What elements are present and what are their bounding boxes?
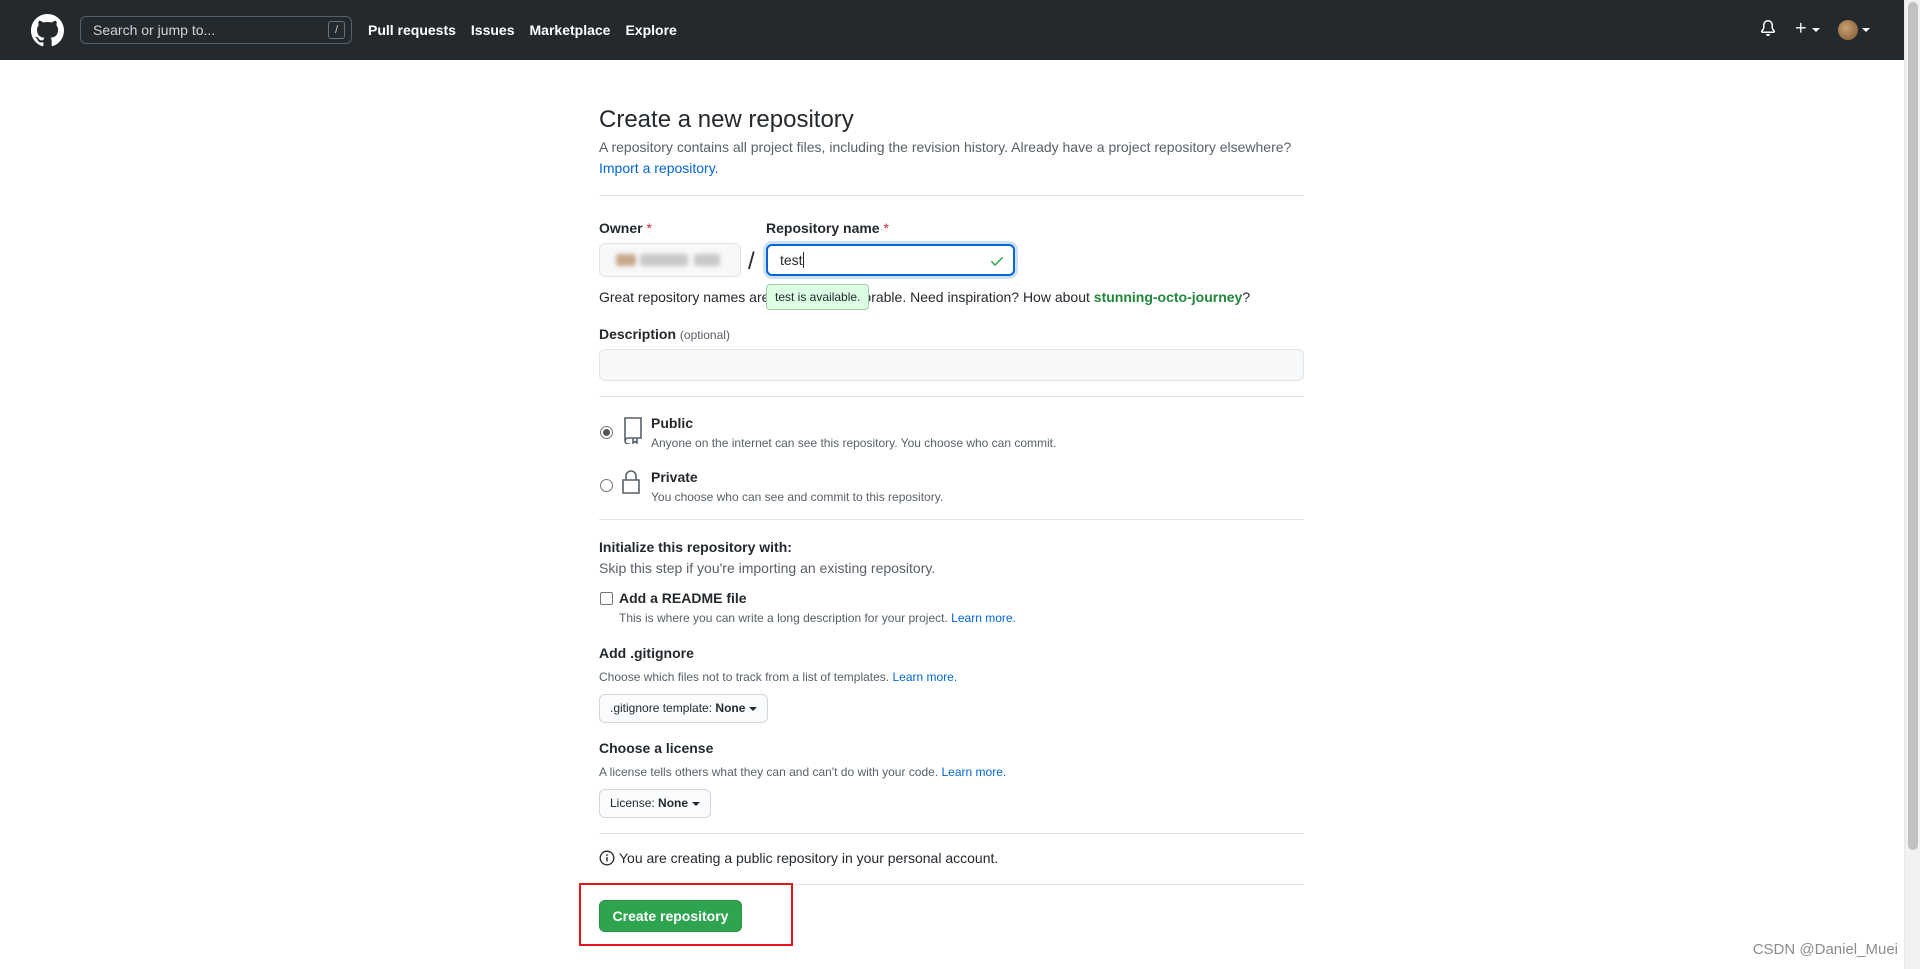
gitignore-description-text: Choose which files not to track from a l…: [599, 670, 890, 684]
github-logo-icon[interactable]: [31, 14, 64, 47]
license-select[interactable]: License: None: [599, 789, 712, 818]
public-info-note: You are creating a public repository in …: [599, 850, 998, 866]
info-icon: [599, 850, 615, 866]
gitignore-select-value: None: [715, 701, 746, 715]
repo-name-label-text: Repository name: [766, 220, 880, 236]
repo-name-input[interactable]: test: [766, 244, 1015, 276]
readme-description-text: This is where you can write a long descr…: [619, 611, 948, 625]
create-repository-button[interactable]: Create repository: [599, 900, 742, 932]
owner-label: Owner *: [599, 220, 652, 236]
search-input[interactable]: Search or jump to... /: [80, 16, 352, 44]
readme-label[interactable]: Add a README file: [619, 590, 747, 606]
readme-description: This is where you can write a long descr…: [619, 611, 1016, 625]
readme-learn-more-link[interactable]: Learn more.: [951, 611, 1016, 625]
owner-name-blurred: [694, 254, 720, 266]
chevron-down-icon: [692, 801, 701, 806]
description-label: Description (optional): [599, 326, 730, 342]
license-title: Choose a license: [599, 740, 714, 756]
chevron-down-icon: [1812, 28, 1820, 33]
divider: [599, 195, 1304, 196]
owner-repo-separator: /: [748, 248, 755, 275]
required-mark: *: [883, 220, 889, 236]
nav-pull-requests[interactable]: Pull requests: [368, 22, 456, 38]
repo-name-label: Repository name *: [766, 220, 889, 236]
check-icon: [991, 257, 1003, 266]
page-scrollbar[interactable]: [1904, 0, 1920, 969]
readme-checkbox[interactable]: [600, 592, 613, 605]
header-actions: [1742, 0, 1870, 60]
required-mark: *: [646, 220, 652, 236]
hint-text-question: ?: [1242, 289, 1251, 305]
gitignore-template-select[interactable]: .gitignore template: None: [599, 694, 769, 723]
description-input[interactable]: [599, 349, 1304, 381]
nav-issues[interactable]: Issues: [471, 22, 515, 38]
top-nav: Pull requests Issues Marketplace Explore: [368, 0, 692, 60]
optional-tag: (optional): [679, 328, 730, 342]
gitignore-description: Choose which files not to track from a l…: [599, 670, 957, 684]
gitignore-learn-more-link[interactable]: Learn more.: [892, 670, 957, 684]
public-description: Anyone on the internet can see this repo…: [651, 436, 1057, 450]
avatar: [1838, 20, 1858, 40]
chevron-down-icon: [1862, 28, 1870, 32]
public-info-text: You are creating a public repository in …: [619, 850, 999, 866]
repo-icon: [624, 417, 642, 444]
owner-avatar-blurred: [616, 254, 636, 266]
license-select-prefix: License:: [610, 796, 655, 810]
license-description-text: A license tells others what they can and…: [599, 765, 939, 779]
license-description: A license tells others what they can and…: [599, 765, 1006, 779]
bell-icon[interactable]: [1760, 19, 1776, 41]
hint-text-start: Great repository names are: [599, 289, 770, 305]
repo-name-hint: Great repository names are orable. Need i…: [599, 289, 1250, 305]
avatar-menu[interactable]: [1838, 20, 1870, 40]
owner-select[interactable]: [599, 243, 741, 277]
scrollbar-thumb[interactable]: [1908, 2, 1918, 850]
availability-tooltip: test is available.: [766, 284, 870, 310]
chevron-down-icon: [749, 706, 758, 711]
suggested-name-link[interactable]: stunning-octo-journey: [1094, 289, 1243, 305]
search-shortcut-badge: /: [328, 21, 345, 39]
divider: [599, 519, 1304, 520]
divider: [599, 396, 1304, 397]
init-title: Initialize this repository with:: [599, 539, 792, 555]
gitignore-title: Add .gitignore: [599, 645, 694, 661]
private-title: Private: [651, 469, 698, 485]
top-header: Search or jump to... / Pull requests Iss…: [0, 0, 1904, 60]
plus-icon[interactable]: [1794, 21, 1820, 40]
gitignore-select-prefix: .gitignore template:: [610, 701, 713, 715]
license-select-value: None: [658, 796, 689, 810]
repo-name-value: test: [780, 252, 803, 268]
lock-icon: [622, 470, 640, 494]
owner-label-text: Owner: [599, 220, 643, 236]
search-placeholder: Search or jump to...: [93, 22, 216, 38]
text-cursor: [802, 252, 804, 268]
watermark: CSDN @Daniel_Muei: [1752, 941, 1898, 958]
nav-explore[interactable]: Explore: [625, 22, 676, 38]
private-radio[interactable]: [600, 479, 613, 492]
public-title: Public: [651, 415, 694, 431]
owner-name-blurred: [640, 254, 688, 266]
init-note: Skip this step if you're importing an ex…: [599, 560, 936, 576]
import-repository-link[interactable]: Import a repository.: [599, 160, 719, 176]
description-label-text: Description: [599, 326, 677, 342]
nav-marketplace[interactable]: Marketplace: [530, 22, 611, 38]
page-title: Create a new repository: [599, 106, 854, 133]
public-radio[interactable]: [600, 426, 613, 439]
license-learn-more-link[interactable]: Learn more.: [942, 765, 1007, 779]
page-subtitle: A repository contains all project files,…: [599, 139, 1292, 155]
divider: [599, 833, 1304, 834]
hint-text-end: orable. Need inspiration? How about: [863, 289, 1094, 305]
private-description: You choose who can see and commit to thi…: [651, 490, 944, 504]
